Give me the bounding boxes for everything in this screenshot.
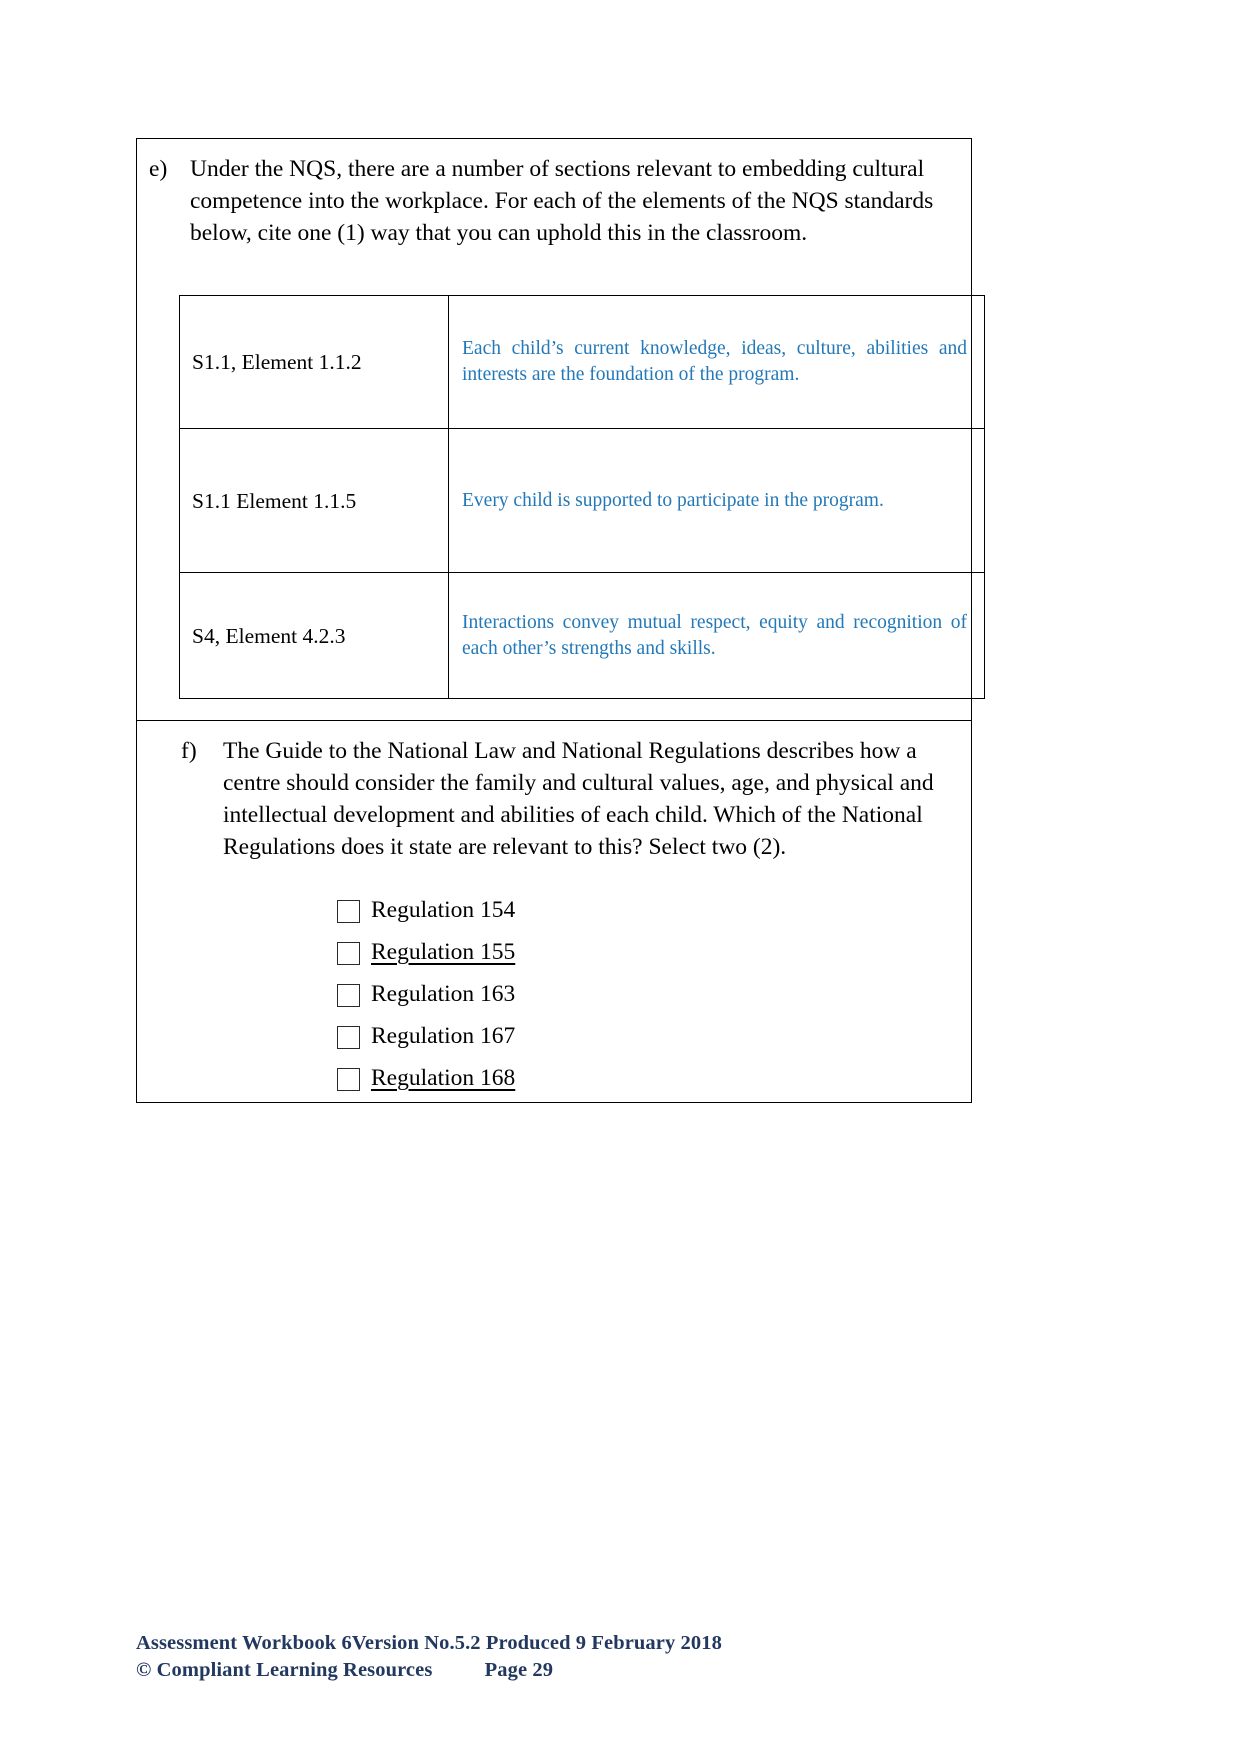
checkbox-icon[interactable] bbox=[337, 899, 360, 923]
footer-workbook-line: Assessment Workbook 6Version No.5.2 Prod… bbox=[136, 1632, 722, 1654]
option-label: Regulation 155 bbox=[371, 939, 516, 965]
option-regulation-163[interactable]: Regulation 163 bbox=[337, 973, 515, 1015]
question-e-prompt: e) Under the NQS, there are a number of … bbox=[137, 139, 971, 249]
question-f-box: f) The Guide to the National Law and Nat… bbox=[136, 720, 972, 1103]
table-row: S1.1, Element 1.1.2 Each child’s current… bbox=[179, 295, 985, 429]
option-label: Regulation 167 bbox=[371, 1023, 516, 1049]
checkbox-icon[interactable] bbox=[337, 1025, 360, 1049]
nqs-element-label: S4, Element 4.2.3 bbox=[179, 572, 449, 699]
option-label: Regulation 154 bbox=[371, 897, 516, 923]
question-f-marker: f) bbox=[181, 738, 197, 764]
table-row: S4, Element 4.2.3 Interactions convey mu… bbox=[179, 572, 985, 699]
option-label: Regulation 163 bbox=[371, 981, 516, 1007]
option-label: Regulation 168 bbox=[371, 1065, 516, 1091]
nqs-standards-table: S1.1, Element 1.1.2 Each child’s current… bbox=[179, 295, 985, 699]
option-regulation-167[interactable]: Regulation 167 bbox=[337, 1015, 515, 1057]
document-page: e) Under the NQS, there are a number of … bbox=[0, 0, 1241, 1754]
nqs-element-label: S1.1, Element 1.1.2 bbox=[179, 295, 449, 429]
footer-copyright-line: © Compliant Learning Resources Page 29 bbox=[136, 1659, 554, 1681]
regulation-options-list: Regulation 154 Regulation 155 Regulation… bbox=[337, 889, 515, 1099]
option-regulation-168[interactable]: Regulation 168 bbox=[337, 1057, 515, 1099]
checkbox-icon[interactable] bbox=[337, 983, 360, 1007]
option-regulation-155[interactable]: Regulation 155 bbox=[337, 931, 515, 973]
option-regulation-154[interactable]: Regulation 154 bbox=[337, 889, 515, 931]
nqs-element-label: S1.1 Element 1.1.5 bbox=[179, 428, 449, 573]
question-f-text: The Guide to the National Law and Nation… bbox=[223, 738, 934, 860]
question-e-marker: e) bbox=[149, 156, 168, 182]
question-e-box: e) Under the NQS, there are a number of … bbox=[136, 138, 985, 721]
table-row: S1.1 Element 1.1.5 Every child is suppor… bbox=[179, 428, 985, 573]
nqs-answer-field[interactable]: Every child is supported to participate … bbox=[448, 428, 985, 573]
question-f-prompt: f) The Guide to the National Law and Nat… bbox=[137, 721, 971, 863]
checkbox-icon[interactable] bbox=[337, 941, 360, 965]
checkbox-icon[interactable] bbox=[337, 1067, 360, 1091]
question-e-text: Under the NQS, there are a number of sec… bbox=[190, 156, 934, 246]
nqs-answer-field[interactable]: Interactions convey mutual respect, equi… bbox=[448, 572, 985, 699]
page-footer: Assessment Workbook 6Version No.5.2 Prod… bbox=[136, 1630, 1116, 1684]
nqs-answer-field[interactable]: Each child’s current knowledge, ideas, c… bbox=[448, 295, 985, 429]
